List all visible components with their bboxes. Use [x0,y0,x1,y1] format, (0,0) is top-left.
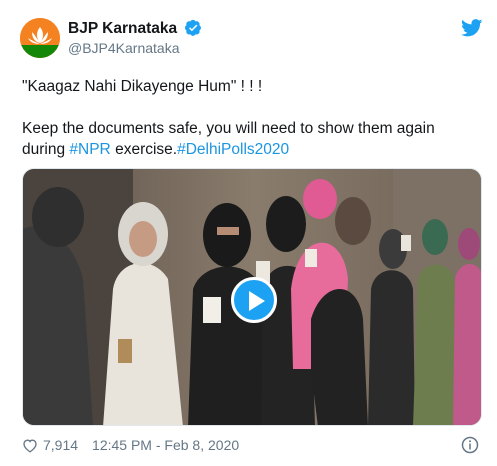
like-count[interactable]: 7,914 [43,437,78,453]
tweet-line-2: Keep the documents safe, you will need t… [22,118,482,160]
tweet-timestamp[interactable]: 12:45 PM - Feb 8, 2020 [92,437,239,453]
hashtag-npr[interactable]: #NPR [69,141,110,158]
avatar[interactable] [20,18,60,58]
account-name-text[interactable]: BJP Karnataka [68,20,177,37]
tweet-footer: 7,914 12:45 PM - Feb 8, 2020 [22,437,239,453]
hashtag-delhipolls2020[interactable]: #DelhiPolls2020 [177,141,289,158]
verified-badge-icon [185,19,202,36]
twitter-bird-icon[interactable] [461,19,483,37]
bjp-lotus-logo [20,18,60,58]
heart-icon[interactable] [22,438,38,453]
tweet-line-1: "Kaagaz Nahi Dikayenge Hum" ! ! ! [22,78,263,95]
play-icon[interactable] [231,277,277,323]
tweet-text-part: exercise. [110,141,178,158]
account-handle[interactable]: @BJP4Karnataka [68,40,180,56]
video-player[interactable] [22,168,482,426]
tweet-text: "Kaagaz Nahi Dikayenge Hum" ! ! ! Keep t… [22,76,482,160]
tweet-card: BJP Karnataka @BJP4Karnataka "Kaagaz Nah… [0,0,497,466]
info-icon[interactable] [461,436,479,454]
account-name[interactable]: BJP Karnataka [68,19,202,38]
